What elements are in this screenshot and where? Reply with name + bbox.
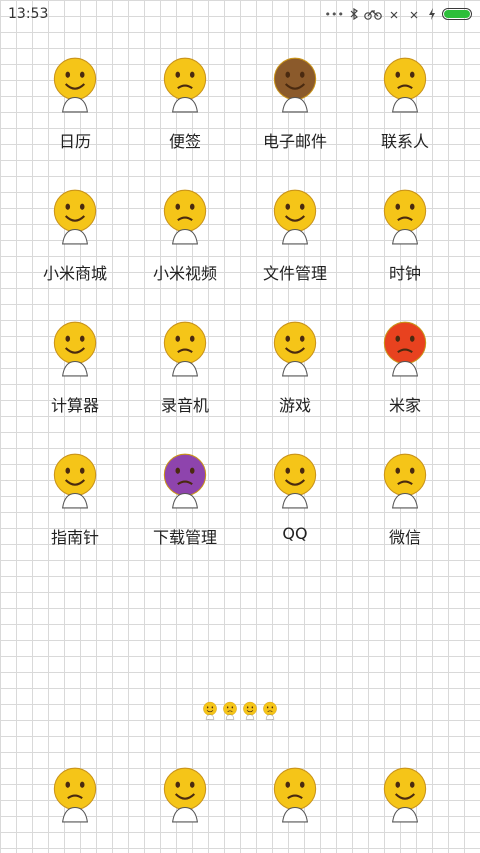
crying-laughing-face-icon	[220, 700, 240, 724]
smiley-with-drum-icon	[154, 52, 216, 114]
app-3[interactable]: 电子邮件	[240, 48, 350, 152]
dock	[0, 758, 480, 828]
app-16[interactable]: 微信	[350, 444, 460, 548]
laughing-face-flying-icon	[374, 448, 436, 510]
flushed-face-sitting-icon	[44, 448, 106, 510]
app-label: 小米视频	[152, 264, 217, 283]
wifi-x-icon	[410, 11, 418, 19]
face-with-green-cap-icon	[154, 316, 216, 378]
angel-faces-lying-icon	[264, 762, 326, 824]
bluetooth-icon	[350, 8, 358, 20]
red-angry-face-waving-icon	[374, 316, 436, 378]
app-10[interactable]: 录音机	[130, 312, 240, 416]
grinning-face-waving-icon	[44, 762, 106, 824]
app-label: 指南针	[50, 528, 99, 547]
dock-app-3[interactable]	[240, 758, 350, 828]
app-label: 联系人	[380, 132, 429, 151]
dock-app-2[interactable]	[130, 758, 240, 828]
app-grid: 日历 便签 电子邮件 联系人小米商城 小米视频 文件管理 时钟计算器 录音机 游戏 米家指南针 下载…	[0, 48, 480, 548]
status-bar: 13:53 •••	[0, 0, 480, 28]
dock-app-1[interactable]	[20, 758, 130, 828]
app-9[interactable]: 计算器	[20, 312, 130, 416]
app-label: 录音机	[160, 396, 209, 415]
dots-icon: •••	[324, 7, 344, 21]
dizzy-face-icon	[240, 700, 260, 724]
app-14[interactable]: 下载管理	[130, 444, 240, 548]
faces-with-gold-bars-icon	[44, 316, 106, 378]
dock-app-4[interactable]	[350, 758, 460, 828]
app-2[interactable]: 便签	[130, 48, 240, 152]
dizzy-face-icon	[260, 700, 280, 724]
app-label: 小米商城	[42, 264, 107, 283]
surprised-face-red-shirt-icon	[264, 184, 326, 246]
app-11[interactable]: 游戏	[240, 312, 350, 416]
app-1[interactable]: 日历	[20, 48, 130, 152]
app-label: 文件管理	[262, 264, 327, 283]
app-7[interactable]: 文件管理	[240, 180, 350, 284]
two-smileys-kissing-icon	[374, 52, 436, 114]
sleeping-face-praying-icon	[374, 184, 436, 246]
charging-icon	[429, 8, 435, 20]
tongue-face-with-controller-icon	[264, 316, 326, 378]
signal-x-icon	[390, 11, 398, 19]
status-time: 13:53	[8, 6, 49, 22]
app-13[interactable]: 指南针	[20, 444, 130, 548]
app-label: 电子邮件	[262, 132, 327, 151]
app-label: 便签	[168, 132, 201, 151]
bicycle-icon	[364, 10, 382, 20]
app-8[interactable]: 时钟	[350, 180, 460, 284]
battery-fill	[444, 10, 470, 18]
app-12[interactable]: 米家	[350, 312, 460, 416]
battery-icon	[442, 8, 472, 20]
app-label: 日历	[58, 132, 91, 151]
heart-eyes-face-sitting-icon	[374, 762, 436, 824]
angry-face-with-scarf-icon	[154, 184, 216, 246]
smiley-hugging-gray-box-icon	[44, 52, 106, 114]
status-icons: •••	[325, 8, 472, 21]
purple-devil-face-icon	[154, 448, 216, 510]
dizzy-face-icon	[200, 700, 220, 724]
app-label: 微信	[388, 528, 421, 547]
dizzy-face-sitting-icon	[154, 762, 216, 824]
monkey-face-icon	[264, 52, 326, 114]
app-label: 游戏	[278, 396, 311, 415]
face-lifting-green-disc-icon	[264, 448, 326, 510]
app-label: 下载管理	[152, 528, 217, 547]
app-label: 时钟	[388, 264, 421, 283]
dizzy-face-on-stand-icon	[44, 184, 106, 246]
app-5[interactable]: 小米商城	[20, 180, 130, 284]
app-label: 计算器	[50, 396, 99, 415]
app-4[interactable]: 联系人	[350, 48, 460, 152]
app-label: 米家	[388, 396, 421, 415]
app-label: QQ	[282, 524, 308, 543]
app-6[interactable]: 小米视频	[130, 180, 240, 284]
app-15[interactable]: QQ	[240, 444, 350, 548]
page-indicator[interactable]	[0, 700, 480, 724]
